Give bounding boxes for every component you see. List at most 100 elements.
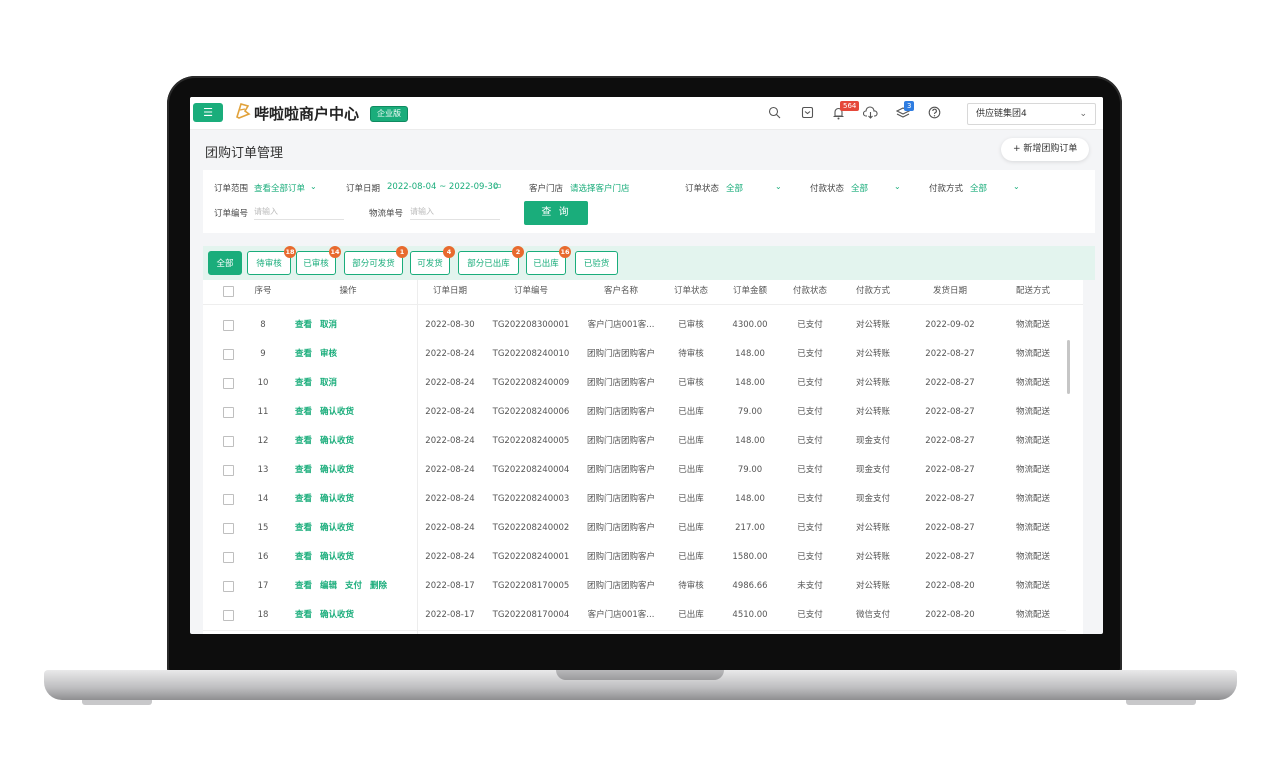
cell-pay: 已支付 (797, 320, 823, 330)
row-action-link[interactable]: 编辑 (320, 581, 337, 591)
row-action-link[interactable]: 确认收货 (320, 465, 354, 475)
row-action-link[interactable]: 审核 (320, 349, 337, 359)
table-row: 15 2022-08-24 TG202208240002 团购门店团购客户 已出库 217… (203, 514, 1066, 544)
row-action-link[interactable]: 确认收货 (320, 610, 354, 620)
logistics-no-input[interactable]: 请输入 (410, 206, 500, 220)
row-action-link[interactable]: 查看 (295, 407, 312, 417)
cloud-download-icon[interactable] (862, 106, 878, 123)
row-action-link[interactable]: 支付 (345, 581, 362, 591)
cell-no: 17 (257, 581, 269, 591)
row-action-link[interactable]: 确认收货 (320, 552, 354, 562)
row-actions: 查看 确认收货 (295, 601, 362, 629)
select-all-checkbox[interactable] (223, 286, 234, 297)
row-checkbox[interactable] (223, 552, 234, 563)
cell-delivery: 物流配送 (1015, 610, 1050, 620)
row-action-link[interactable]: 查看 (295, 581, 312, 591)
row-checkbox[interactable] (223, 494, 234, 505)
new-group-order-button[interactable]: + 新增团购订单 (1001, 138, 1090, 161)
row-checkbox[interactable] (223, 465, 234, 476)
cell-method: 现金支付 (855, 436, 890, 446)
layers-count-badge: 3 (904, 101, 915, 111)
row-action-link[interactable]: 查看 (295, 378, 312, 388)
cell-date: 2022-08-17 (425, 610, 475, 620)
vertical-scrollbar[interactable] (1067, 340, 1070, 394)
row-action-link[interactable]: 查看 (295, 465, 312, 475)
row-checkbox[interactable] (223, 581, 234, 592)
query-button[interactable]: 查 询 (524, 201, 588, 225)
cell-pay: 已支付 (797, 610, 823, 620)
tab-reviewed[interactable]: 已审核 14 (296, 246, 341, 275)
notification-count-badge: 564 (840, 101, 860, 111)
row-action-link[interactable]: 取消 (320, 378, 337, 388)
search-icon[interactable] (768, 106, 781, 123)
cell-status: 已出库 (678, 610, 704, 620)
cell-status: 已审核 (678, 378, 704, 388)
inbox-icon[interactable] (801, 106, 814, 123)
cell-amount: 79.00 (737, 465, 763, 475)
row-action-link[interactable]: 取消 (320, 320, 337, 330)
tab-partial-shippable[interactable]: 部分可发货 1 (344, 246, 408, 275)
cell-no: 12 (257, 436, 269, 446)
row-action-link[interactable]: 查看 (295, 610, 312, 620)
cell-ship: 2022-08-20 (925, 581, 975, 591)
pay-status-label: 付款状态 (810, 184, 845, 194)
row-checkbox[interactable] (223, 320, 234, 331)
help-icon[interactable] (928, 106, 941, 123)
pay-method-select[interactable]: 全部 (970, 182, 987, 194)
row-action-link[interactable]: 查看 (295, 494, 312, 504)
row-action-link[interactable]: 查看 (295, 320, 312, 330)
store-select[interactable]: 请选择客户门店 (570, 182, 630, 194)
row-checkbox[interactable] (223, 407, 234, 418)
cell-delivery: 物流配送 (1015, 407, 1050, 417)
tab-label: 已出库 (533, 259, 559, 269)
cell-status: 待审核 (678, 349, 704, 359)
row-checkbox[interactable] (223, 378, 234, 389)
tab-shippable[interactable]: 可发货 4 (410, 246, 455, 275)
bell-icon[interactable]: 564 (832, 101, 860, 124)
row-actions: 查看 确认收货 (295, 543, 362, 571)
tab-pending-review[interactable]: 待审核 18 (247, 246, 296, 275)
row-checkbox[interactable] (223, 610, 234, 621)
cell-order: TG202208240002 (492, 523, 570, 533)
layers-icon[interactable]: 3 (895, 101, 915, 124)
row-checkbox[interactable] (223, 349, 234, 360)
cell-delivery: 物流配送 (1015, 436, 1050, 446)
cell-order: TG202208300001 (492, 320, 570, 330)
column-header: 付款方式 (855, 286, 890, 296)
row-action-link[interactable]: 删除 (370, 581, 387, 591)
row-action-link[interactable]: 查看 (295, 349, 312, 359)
tab-inspected[interactable]: 已验货 (575, 251, 618, 275)
row-action-link[interactable]: 确认收货 (320, 523, 354, 533)
scope-select[interactable]: 查看全部订单 (254, 182, 305, 194)
cell-date: 2022-08-24 (425, 465, 475, 475)
table-row: 11 2022-08-24 TG202208240006 团购门店团购客户 已出库 79.… (203, 398, 1066, 428)
tab-outbound[interactable]: 已出库 16 (526, 246, 571, 275)
store-label: 客户门店 (529, 184, 564, 194)
tab-all[interactable]: 全部 (208, 251, 242, 275)
pay-status-select[interactable]: 全部 (851, 182, 868, 194)
row-action-link[interactable]: 确认收货 (320, 436, 354, 446)
menu-toggle-button[interactable]: ☰ (193, 103, 223, 122)
cell-amount: 4300.00 (732, 320, 768, 330)
row-action-link[interactable]: 确认收货 (320, 407, 354, 417)
row-action-link[interactable]: 确认收货 (320, 494, 354, 504)
order-no-input[interactable]: 请输入 (254, 206, 344, 220)
laptop-chin (190, 634, 1103, 660)
tab-label: 待审核 (256, 259, 282, 269)
cell-amount: 217.00 (735, 523, 765, 533)
row-actions: 查看 编辑 支付 删除 (295, 572, 395, 600)
row-action-link[interactable]: 查看 (295, 523, 312, 533)
cell-method: 对公转账 (855, 378, 890, 388)
row-checkbox[interactable] (223, 436, 234, 447)
row-action-link[interactable]: 查看 (295, 552, 312, 562)
cell-method: 微信支付 (855, 610, 890, 620)
org-select[interactable]: 供应链集团4 ⌄ (967, 103, 1096, 125)
row-action-link[interactable]: 查看 (295, 436, 312, 446)
column-header: 付款状态 (792, 286, 827, 296)
tab-partial-outbound[interactable]: 部分已出库 2 (458, 246, 524, 275)
date-range-picker[interactable]: 2022-08-04 ~ 2022-09-30 (387, 182, 498, 192)
status-select[interactable]: 全部 (726, 182, 743, 194)
row-checkbox[interactable] (223, 523, 234, 534)
tab-count-badge: 4 (443, 246, 455, 258)
cell-delivery: 物流配送 (1015, 378, 1050, 388)
